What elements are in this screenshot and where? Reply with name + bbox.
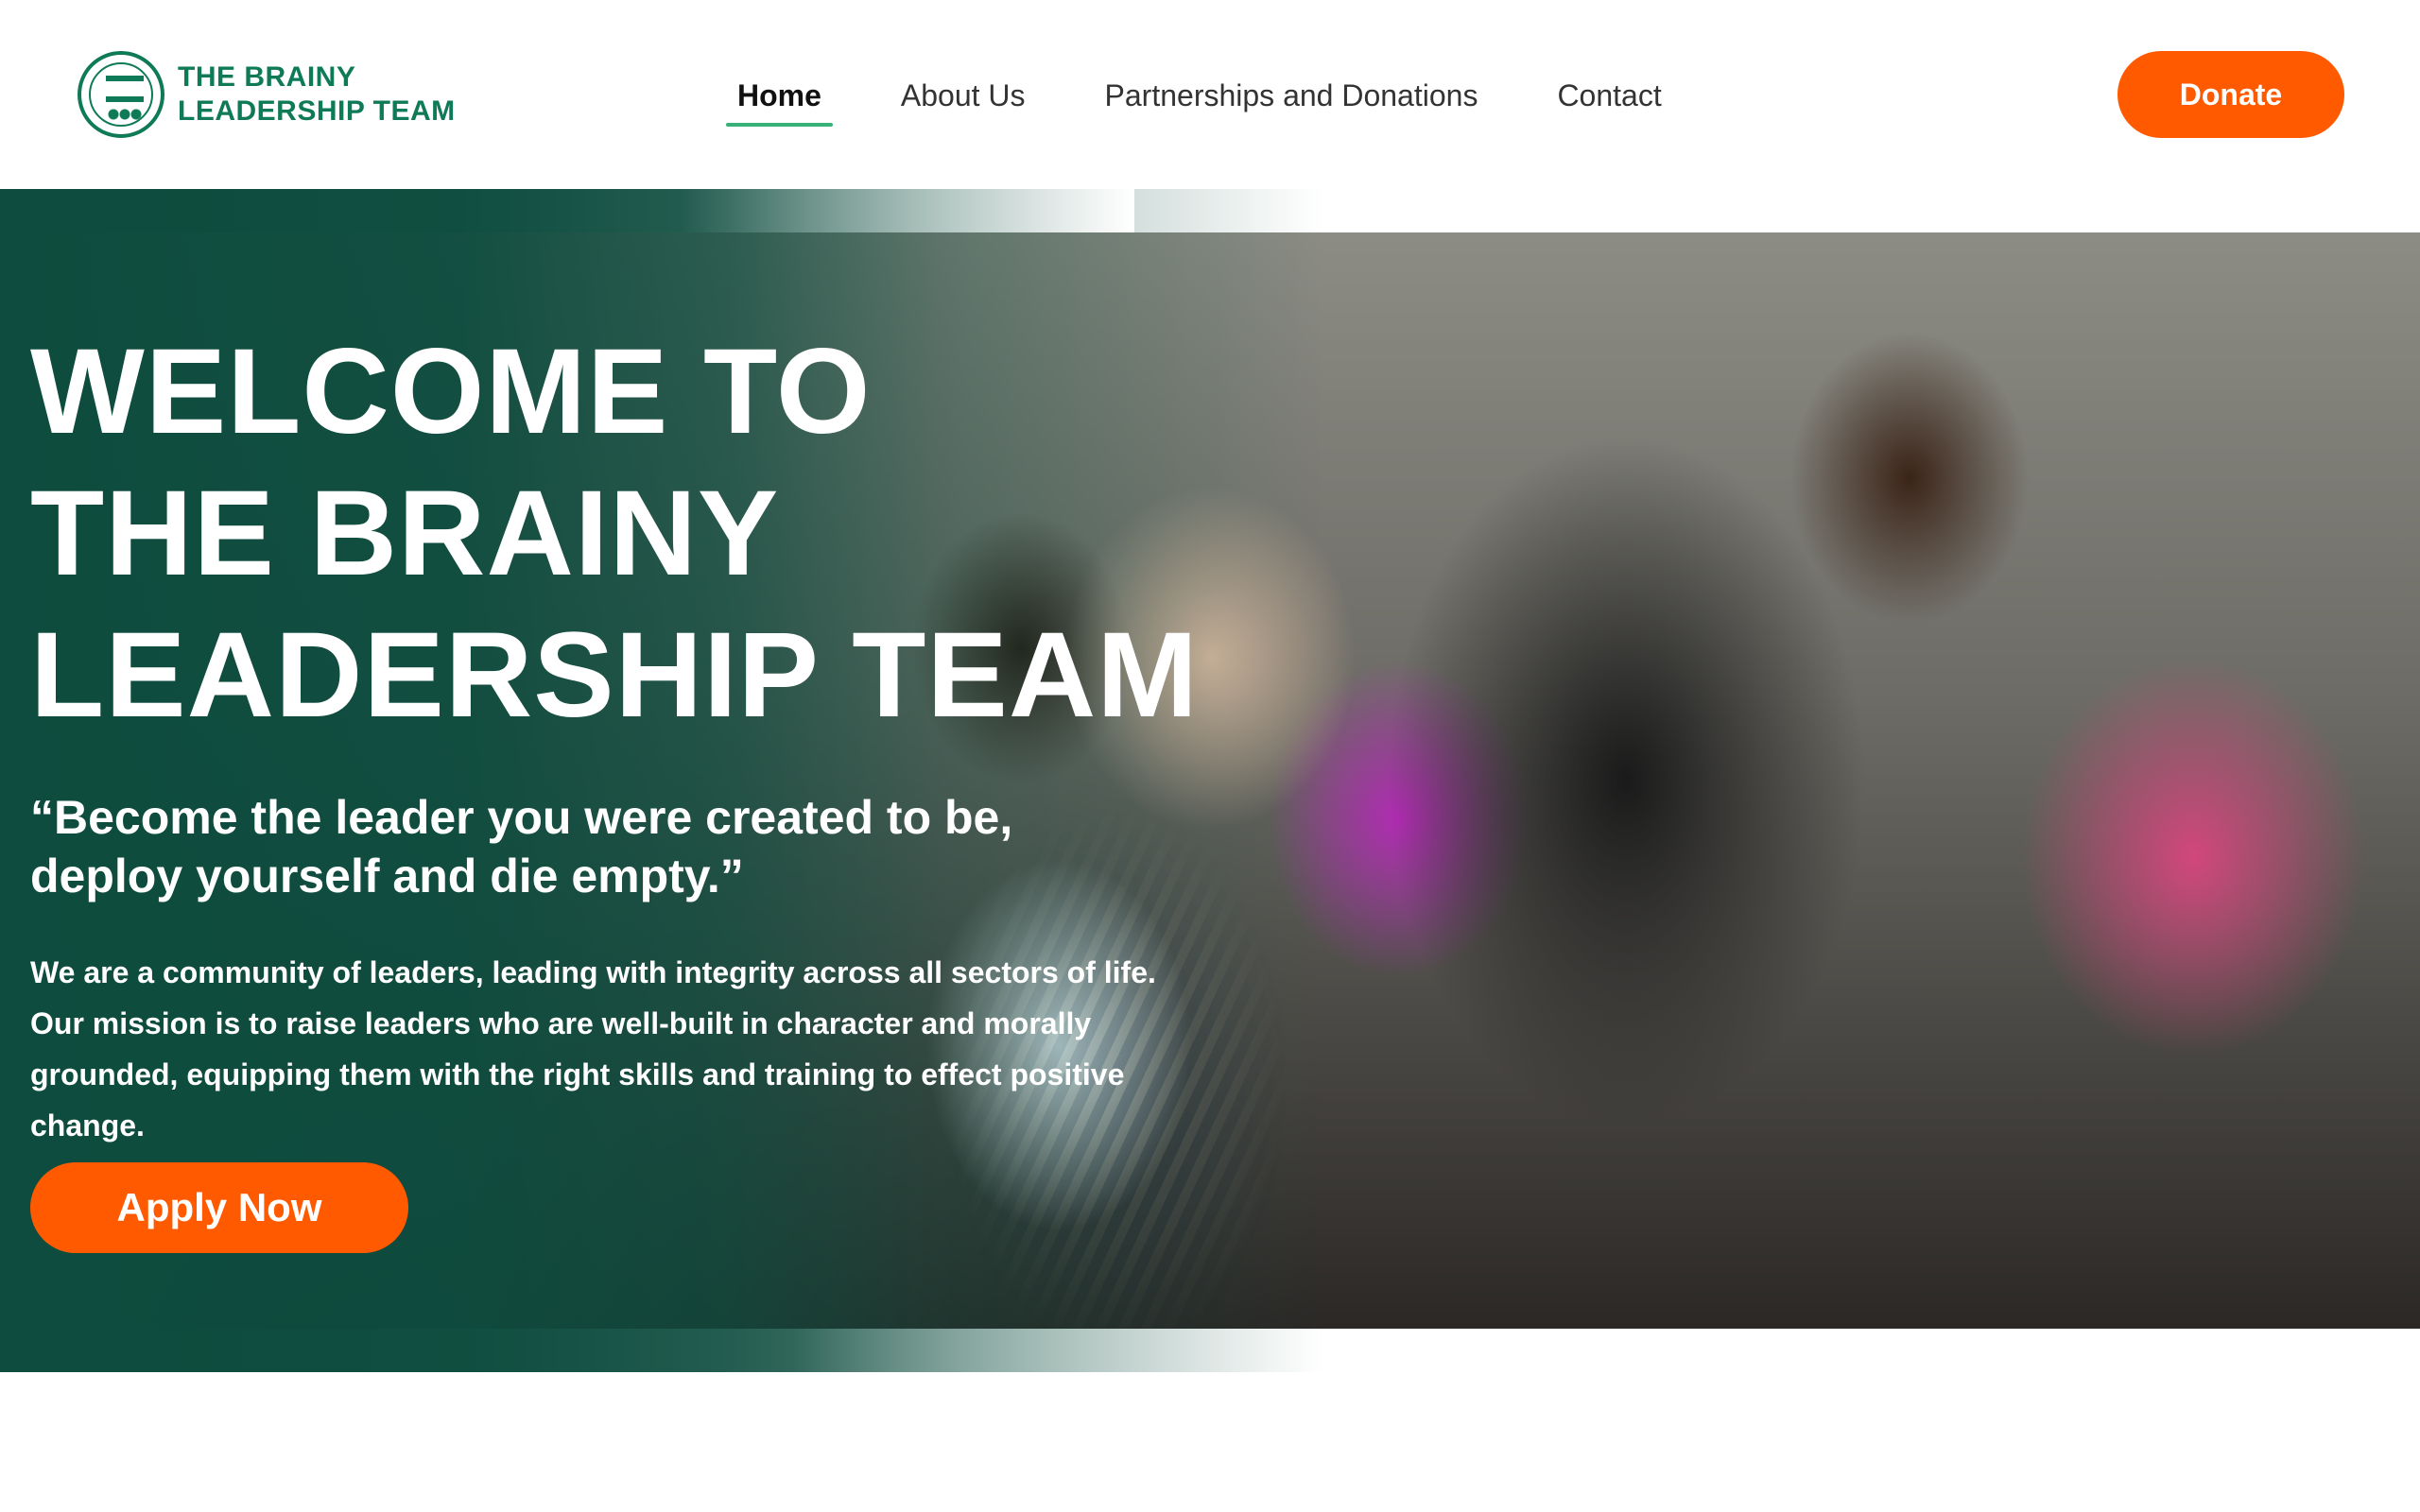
nav-item-about-us[interactable]: About Us — [901, 66, 1026, 125]
apply-now-button[interactable]: Apply Now — [30, 1162, 408, 1253]
nav-item-home[interactable]: Home — [726, 66, 833, 127]
nav-item-partnerships-and-donations[interactable]: Partnerships and Donations — [1105, 66, 1478, 125]
hero-top-fade — [0, 189, 1134, 232]
hero-description: We are a community of leaders, leading w… — [30, 955, 1156, 1143]
donate-button[interactable]: Donate — [2118, 51, 2344, 138]
site-header: THE BRAINY LEADERSHIP TEAM Home About Us… — [0, 0, 2420, 189]
hero-content: WELCOME TO THE BRAINY LEADERSHIP TEAM “B… — [30, 321, 1259, 1151]
logo[interactable]: THE BRAINY LEADERSHIP TEAM — [78, 51, 456, 138]
main-nav: Home About Us Partnerships and Donations… — [726, 66, 1741, 127]
hero-bottom-fade — [0, 1329, 1323, 1372]
brainy-leadership-logo-icon — [78, 51, 164, 138]
hero-title: WELCOME TO THE BRAINY LEADERSHIP TEAM — [30, 321, 1259, 747]
logo-text: THE BRAINY LEADERSHIP TEAM — [178, 60, 456, 129]
hero-quote: “Become the leader you were created to b… — [30, 791, 1013, 902]
hero-title-line2: THE BRAINY — [30, 466, 780, 601]
hero-section: WELCOME TO THE BRAINY LEADERSHIP TEAM “B… — [0, 189, 2420, 1372]
hero-title-line3: LEADERSHIP TEAM — [30, 608, 1199, 743]
nav-item-contact[interactable]: Contact — [1557, 66, 1661, 125]
hero-title-line1: WELCOME TO — [30, 324, 872, 459]
logo-text-line1: THE BRAINY — [178, 61, 356, 93]
logo-text-line2: LEADERSHIP TEAM — [178, 95, 456, 127]
